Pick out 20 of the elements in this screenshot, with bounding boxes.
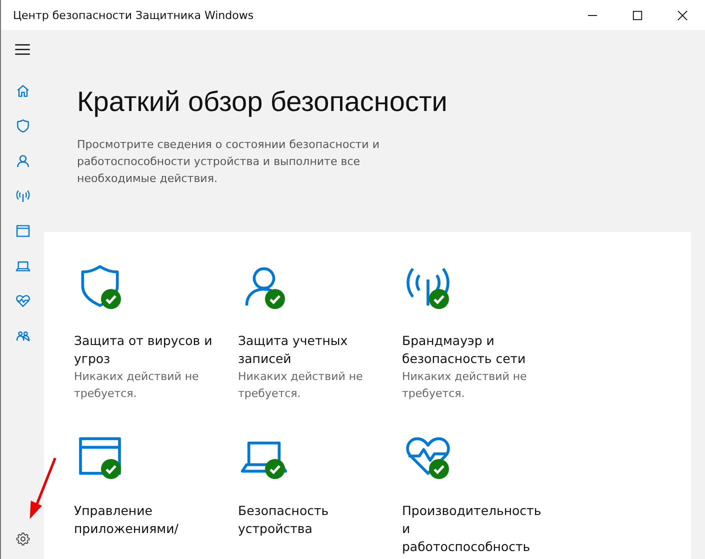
- home-icon[interactable]: [14, 83, 30, 99]
- card-title-link[interactable]: Защита учетных записей: [238, 332, 378, 368]
- card-status: Никаких действий не требуется.: [238, 369, 364, 402]
- window-title: Центр безопасности Защитника Windows: [13, 8, 254, 22]
- card-title-link[interactable]: Защита от вирусов и угроз: [74, 332, 214, 368]
- card-status: Никаких действий не требуется.: [402, 369, 528, 402]
- card-title-link[interactable]: Управление приложениями/: [74, 502, 214, 538]
- person-icon[interactable]: [14, 153, 30, 169]
- shield-icon[interactable]: [14, 118, 30, 134]
- card-status: Никаких действий не требуется.: [74, 369, 200, 402]
- page-heading: Краткий обзор безопасности: [77, 86, 448, 118]
- antenna-icon[interactable]: [14, 188, 30, 204]
- card-title-link[interactable]: Производительность и работоспособность: [402, 502, 542, 556]
- card-title-link[interactable]: Безопасность устройства: [238, 502, 378, 538]
- window-icon[interactable]: [14, 223, 30, 239]
- heart-pulse-icon[interactable]: [14, 293, 30, 309]
- page-description: Просмотрите сведения о состоянии безопасности и работоспособности устройства и выполните все необходимые действия.: [77, 137, 380, 187]
- card-title-link[interactable]: Брандмауэр и безопасность сети: [402, 332, 542, 368]
- menu-icon[interactable]: [15, 44, 30, 55]
- settings-icon[interactable]: [14, 531, 30, 547]
